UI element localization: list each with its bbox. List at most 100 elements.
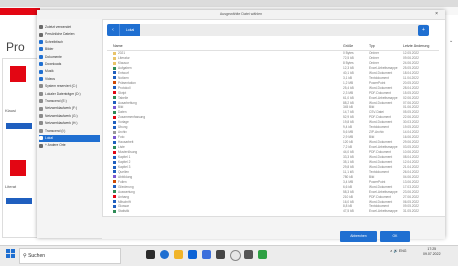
background-button-2[interactable] xyxy=(6,198,32,204)
place-icon xyxy=(39,25,43,30)
course-thumbnail-2 xyxy=(10,160,26,176)
sidebar-item[interactable]: Netzwerklaufwerk (G:) xyxy=(39,113,100,120)
sidebar-item[interactable]: Schreibtisch xyxy=(39,39,100,46)
file-name: Archiv xyxy=(118,130,127,135)
task-view-icon[interactable] xyxy=(146,250,155,259)
place-icon xyxy=(39,39,43,44)
file-icon xyxy=(113,56,116,60)
sidebar-item-label: Netzwerklaufwerk (H:) xyxy=(45,121,78,126)
file-name: Kapitel 1 xyxy=(118,154,131,159)
column-modified[interactable]: Letzte Änderung xyxy=(403,43,429,50)
background-button[interactable] xyxy=(6,123,32,129)
file-icon xyxy=(113,140,116,144)
sidebar-item-label: Transcend (E:) xyxy=(45,99,67,103)
sidebar-item-label: Dokumente xyxy=(45,54,62,59)
file-explorer-icon[interactable] xyxy=(174,250,183,259)
file-name: Entwurf xyxy=(118,70,129,75)
file-icon xyxy=(113,86,116,90)
file-icon xyxy=(113,185,116,189)
sidebar-item-label: Transcend (I:) xyxy=(45,128,66,133)
file-name: Protokoll xyxy=(118,85,131,90)
file-row[interactable]: Statistik 47,5 kB Excel-Arbeitsmappe 31.05.… xyxy=(107,209,439,214)
chrome-icon[interactable] xyxy=(230,250,241,261)
place-icon xyxy=(39,128,43,133)
sidebar-item[interactable]: Bilder xyxy=(39,46,100,53)
spreadsheet-icon[interactable] xyxy=(258,250,267,259)
search-label: Suchen xyxy=(28,253,46,259)
file-name: Kapitel 2 xyxy=(118,159,131,164)
sidebar-item[interactable]: + Andere Orte xyxy=(39,142,100,149)
clock-date: 09.07.2022 xyxy=(423,252,441,256)
column-size[interactable]: Größe xyxy=(343,43,353,50)
sidebar-item-label: Lokal xyxy=(45,136,53,140)
file-name: Vorlage xyxy=(118,120,129,125)
sidebar-item[interactable]: Zuletzt verwendet xyxy=(39,24,100,31)
place-icon xyxy=(39,47,43,52)
file-icon xyxy=(113,155,116,159)
cancel-button[interactable]: Abbrechen xyxy=(340,231,377,242)
windows-start-icon[interactable] xyxy=(6,249,15,258)
edge-icon[interactable] xyxy=(160,250,169,259)
ok-button[interactable]: OK xyxy=(380,231,410,242)
cancel-label: Abbrechen xyxy=(350,234,367,238)
file-icon xyxy=(113,165,116,169)
sidebar-item[interactable]: Musik xyxy=(39,68,100,75)
column-name[interactable]: Name xyxy=(113,43,123,50)
sidebar-item-label: Musik xyxy=(45,69,54,74)
sidebar-item[interactable]: Videos xyxy=(39,76,100,83)
clock[interactable]: 17:25 09.07.2022 xyxy=(423,247,441,257)
file-name: Liste xyxy=(118,145,125,150)
file-name: Klausur xyxy=(118,60,129,65)
sidebar-item[interactable]: Lokal xyxy=(39,135,100,142)
file-icon xyxy=(113,66,116,70)
sidebar-item[interactable]: System reserviert (C:) xyxy=(39,83,100,90)
file-icon xyxy=(113,120,116,124)
close-icon[interactable]: × xyxy=(435,10,438,19)
sidebar-item-label: Netzwerklaufwerk (G:) xyxy=(45,113,78,118)
file-icon xyxy=(113,205,116,209)
file-name: Musterlösung xyxy=(118,150,138,154)
sidebar-item[interactable]: Netzwerklaufwerk (H:) xyxy=(39,120,100,127)
place-icon xyxy=(39,32,43,37)
file-name: Glossar xyxy=(118,204,129,209)
sidebar-item[interactable]: Netzwerklaufwerk (F:) xyxy=(39,105,100,112)
sidebar-item[interactable]: Persönliche Dateien xyxy=(39,31,100,38)
file-name: Literatur xyxy=(118,55,130,60)
file-icon xyxy=(113,71,116,75)
terminal-icon[interactable] xyxy=(244,250,253,259)
file-type: Excel-Arbeitsmappe xyxy=(369,209,398,214)
place-icon xyxy=(39,106,43,111)
file-name: Zusammenfassung xyxy=(118,115,146,120)
file-icon xyxy=(113,51,116,55)
file-name: Tabelle xyxy=(118,95,129,100)
sidebar-item[interactable]: Transcend (I:) xyxy=(39,128,100,135)
chevron-down-icon[interactable]: ⌄ xyxy=(449,38,453,44)
file-name: Foto xyxy=(118,135,125,140)
sidebar-item-label: Persönliche Dateien xyxy=(45,32,75,37)
path-segment-button[interactable]: Lokal xyxy=(119,24,140,36)
mail-icon[interactable] xyxy=(188,250,197,259)
sidebar-item[interactable]: Transcend (E:) xyxy=(39,98,100,105)
back-button[interactable]: ‹ xyxy=(107,24,119,36)
file-name: Ausarbeitung xyxy=(118,100,137,105)
dialog-title: Ausgewählte Datei wählen xyxy=(219,12,263,16)
file-icon xyxy=(113,190,116,194)
app-header-label[interactable]: Moodle xyxy=(0,8,40,22)
file-name: Abbildung xyxy=(118,174,133,179)
system-tray[interactable]: ∧ 🔊 ENG xyxy=(390,249,406,253)
sidebar-item-label: Lokaler Datenträger (D:) xyxy=(45,91,81,96)
file-name: Daten xyxy=(118,110,127,115)
file-name-cell: Statistik xyxy=(113,209,129,214)
app-icon[interactable] xyxy=(216,250,225,259)
sidebar-item-label: Downloads xyxy=(45,62,62,66)
taskbar-search-box[interactable]: ⚲ Suchen xyxy=(19,248,121,264)
sidebar-item[interactable]: Downloads xyxy=(39,61,100,68)
sidebar-item[interactable]: Dokumente xyxy=(39,54,100,61)
file-icon xyxy=(113,106,116,110)
file-name: Notizen xyxy=(118,75,129,80)
column-type[interactable]: Typ xyxy=(369,43,375,50)
new-folder-button[interactable]: + xyxy=(418,25,429,36)
store-icon[interactable] xyxy=(202,250,211,259)
place-icon xyxy=(39,84,43,89)
sidebar-item[interactable]: Lokaler Datenträger (D:) xyxy=(39,91,100,98)
